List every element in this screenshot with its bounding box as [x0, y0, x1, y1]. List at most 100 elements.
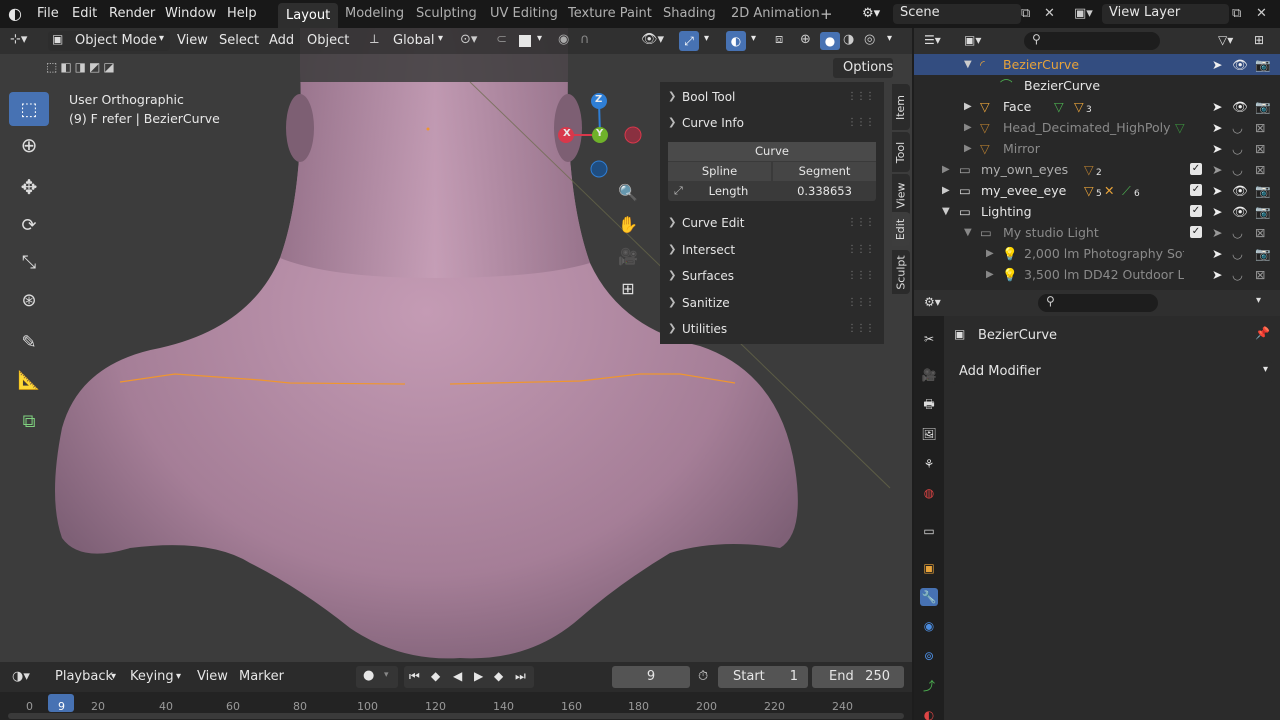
cursor-tool[interactable]: ⊕	[9, 128, 49, 162]
chevron-down-icon[interactable]: ▾	[537, 33, 542, 44]
wireframe-shading-icon[interactable]: ⊕	[800, 32, 811, 47]
tab-uv-editing[interactable]: UV Editing	[490, 0, 558, 28]
tab-view[interactable]: View	[892, 174, 910, 216]
xray-icon[interactable]: ⧈	[775, 32, 783, 47]
zoom-icon[interactable]: 🔍	[615, 179, 641, 205]
transform-tool[interactable]: ⊛	[9, 283, 49, 317]
current-frame-field[interactable]: 9	[612, 666, 690, 688]
proportional-edit-icon[interactable]: ◉	[558, 32, 569, 47]
copy-view-layer-icon[interactable]: ⧉	[1232, 0, 1241, 28]
outliner-row-curve-data[interactable]: ⌒ BezierCurve	[914, 75, 1280, 96]
properties-editor-icon[interactable]: ⚙▾	[924, 295, 941, 309]
orientation-label[interactable]: Global	[393, 33, 434, 48]
section-curve-edit[interactable]: ❯ Curve Edit ⋮⋮⋮	[660, 210, 884, 236]
display-mode-icon[interactable]: ▣▾	[964, 33, 981, 47]
outliner-row-studio-light[interactable]: ▼ ▭ My studio Light ✓ ➤ ◡ ⊠	[914, 222, 1280, 243]
outliner-row-my-evee-eye[interactable]: ▶ ▭ my_evee_eye ▽ 5 ✕ ⟋ 6 ✓ ➤ 👁 📷	[914, 180, 1280, 201]
section-curve-info[interactable]: ❯ Curve Info ⋮⋮⋮	[660, 110, 884, 136]
tab-tool[interactable]: Tool	[892, 132, 910, 172]
transform-orientation-icon[interactable]: ⟂	[370, 32, 379, 47]
modifier-props-icon[interactable]: 🔧	[920, 588, 938, 606]
chevron-down-icon[interactable]: ▾	[887, 33, 892, 44]
camera-disabled-icon[interactable]: ⊠	[1255, 264, 1265, 285]
section-utilities[interactable]: ❯ Utilities ⋮⋮⋮	[660, 316, 884, 342]
drag-handle-icon[interactable]: ⋮⋮⋮	[847, 237, 875, 263]
tab-edit[interactable]: Edit	[892, 212, 910, 246]
include-checkbox[interactable]: ✓	[1190, 226, 1202, 238]
select-cursor-icon[interactable]: ➤	[1212, 180, 1222, 201]
tab-2d-animation[interactable]: 2D Animation	[731, 0, 820, 28]
eye-closed-icon[interactable]: ◡	[1232, 159, 1243, 180]
rotate-tool[interactable]: ⟳	[9, 208, 49, 242]
camera-icon[interactable]: 📷	[1255, 54, 1271, 75]
expand-icon[interactable]: ▶	[964, 96, 972, 117]
prev-keyframe-icon[interactable]: ◆	[431, 669, 440, 683]
eye-icon[interactable]: 👁	[1232, 180, 1248, 201]
menu-file[interactable]: File	[37, 0, 59, 28]
row-label[interactable]: Lighting	[981, 201, 1032, 222]
eye-closed-icon[interactable]: ◡	[1232, 117, 1243, 138]
collection-props-icon[interactable]: ▭	[920, 522, 938, 540]
pan-hand-icon[interactable]: ✋	[615, 211, 641, 237]
material-props-icon[interactable]: ◐	[920, 706, 938, 720]
physics-props-icon[interactable]: ⊚	[920, 647, 938, 665]
eye-icon[interactable]: 👁	[1232, 201, 1248, 222]
copy-scene-icon[interactable]: ⧉	[1021, 0, 1030, 28]
timeline-view-menu[interactable]: View	[197, 669, 228, 684]
expand-icon[interactable]: ▶	[964, 117, 972, 138]
gizmo-toggle-icon[interactable]: ⤢	[679, 31, 699, 51]
include-checkbox[interactable]: ✓	[1190, 184, 1202, 196]
row-label[interactable]: my_own_eyes	[981, 159, 1068, 180]
drag-handle-icon[interactable]: ⋮⋮⋮	[847, 316, 875, 342]
eye-closed-icon[interactable]: ◡	[1232, 222, 1243, 243]
row-label[interactable]: 2,000 lm Photography Softbc	[1024, 243, 1184, 264]
select-cursor-icon[interactable]: ➤	[1212, 264, 1222, 285]
jump-end-icon[interactable]: ⏭	[515, 669, 526, 684]
material-shading-icon[interactable]: ◑	[843, 32, 854, 47]
overlay-toggle-icon[interactable]: ◐	[726, 31, 746, 51]
camera-disabled-icon[interactable]: ⊠	[1255, 159, 1265, 180]
mode-dropdown[interactable]: ▣ Object Mode ▾	[48, 31, 170, 51]
playback-menu[interactable]: Playback	[55, 669, 113, 684]
view-layer-props-icon[interactable]: 🖼	[920, 425, 938, 443]
blender-logo-icon[interactable]: ◐	[8, 0, 22, 28]
expand-icon[interactable]: ▶	[986, 243, 994, 264]
select-box-tool[interactable]: ⬚	[9, 92, 49, 126]
expand-icon[interactable]: ▼	[964, 54, 972, 75]
camera-icon[interactable]: 📷	[1255, 201, 1271, 222]
outliner-row-outdoor-lamp[interactable]: ▶ 💡 3,500 lm DD42 Outdoor Lam ➤ ◡ ⊠	[914, 264, 1280, 285]
row-label[interactable]: 3,500 lm DD42 Outdoor Lam	[1024, 264, 1184, 285]
include-checkbox[interactable]: ✓	[1190, 163, 1202, 175]
select-cursor-icon[interactable]: ➤	[1212, 243, 1222, 264]
eye-closed-icon[interactable]: ◡	[1232, 243, 1243, 264]
expand-icon[interactable]: ▶	[942, 180, 950, 201]
select-cursor-icon[interactable]: ➤	[1212, 222, 1222, 243]
camera-view-icon[interactable]: 🎥	[615, 243, 641, 269]
menu-help[interactable]: Help	[227, 0, 257, 28]
play-reverse-icon[interactable]: ◀	[453, 669, 462, 683]
expand-icon[interactable]: ▶	[942, 159, 950, 180]
filter-icon[interactable]: ▽▾	[1218, 33, 1233, 47]
chevron-down-icon[interactable]: ▾	[438, 33, 443, 44]
marker-menu[interactable]: Marker	[239, 669, 284, 684]
outliner-row-head[interactable]: ▶ ▽ Head_Decimated_HighPoly ▽ ➤ ◡ ⊠	[914, 117, 1280, 138]
section-surfaces[interactable]: ❯ Surfaces ⋮⋮⋮	[660, 263, 884, 289]
tab-modeling[interactable]: Modeling	[345, 0, 404, 28]
menu-edit[interactable]: Edit	[72, 0, 97, 28]
section-intersect[interactable]: ❯ Intersect ⋮⋮⋮	[660, 237, 884, 263]
camera-icon[interactable]: 📷	[1255, 96, 1271, 117]
measure-tool[interactable]: 📐	[9, 363, 49, 397]
render-props-icon[interactable]: 🎥	[920, 366, 938, 384]
select-cursor-icon[interactable]: ➤	[1212, 96, 1222, 117]
eye-closed-icon[interactable]: ◡	[1232, 264, 1243, 285]
move-tool[interactable]: ✥	[9, 170, 49, 204]
tab-sculpting[interactable]: Sculpting	[416, 0, 477, 28]
outliner-row-my-own-eyes[interactable]: ▶ ▭ my_own_eyes ▽ 2 ✓ ➤ ◡ ⊠	[914, 159, 1280, 180]
outliner-row-lighting[interactable]: ▼ ▭ Lighting ✓ ➤ 👁 📷	[914, 201, 1280, 222]
row-label[interactable]: Face	[1003, 96, 1031, 117]
viewport-menu-select[interactable]: Select	[219, 33, 259, 48]
row-label[interactable]: Mirror	[1003, 138, 1040, 159]
add-cube-tool[interactable]: ⧉	[9, 404, 49, 438]
outliner-search-input[interactable]: ⚲	[1024, 32, 1160, 50]
new-collection-icon[interactable]: ⊞	[1254, 33, 1264, 47]
